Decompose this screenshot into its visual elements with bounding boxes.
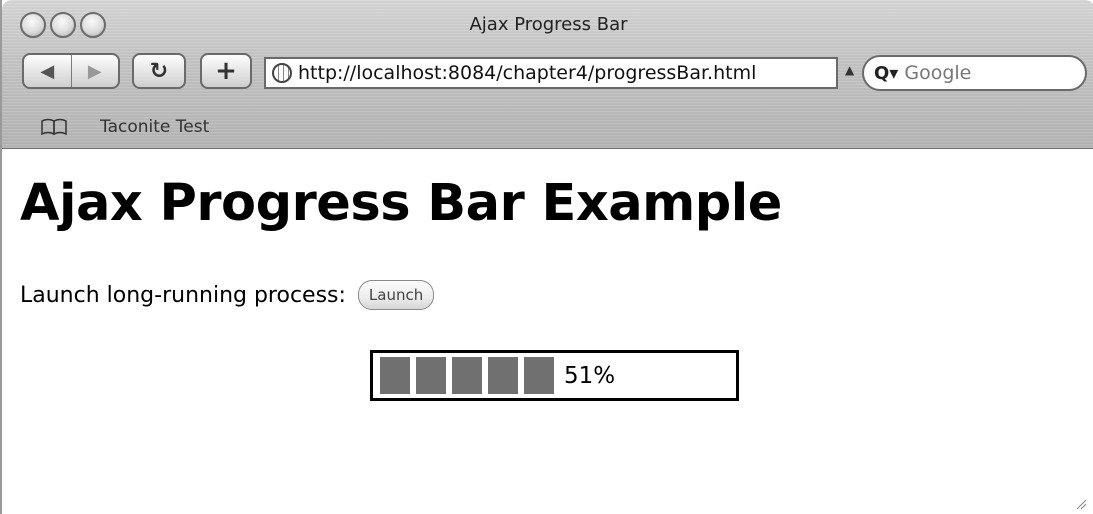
globe-icon	[272, 63, 292, 83]
snapback-icon[interactable]: ▲	[845, 63, 854, 77]
forward-button[interactable]: ▶	[72, 61, 119, 82]
launch-row: Launch long-running process: Launch	[20, 280, 435, 310]
launch-label: Launch long-running process:	[20, 282, 346, 308]
address-text: http://localhost:8084/chapter4/progressB…	[298, 62, 757, 84]
address-bar[interactable]: http://localhost:8084/chapter4/progressB…	[264, 57, 838, 89]
reload-icon: ↻	[149, 58, 169, 84]
progress-block	[524, 357, 554, 394]
progress-percent: 51%	[564, 362, 616, 389]
book-icon[interactable]	[40, 118, 68, 136]
search-icon: Q▾	[874, 62, 899, 84]
reload-button[interactable]: ↻	[132, 53, 186, 89]
window-chrome: Ajax Progress Bar ◀ ▶ ↻ + http://localho…	[2, 0, 1093, 149]
plus-icon: +	[215, 56, 237, 86]
progress-block	[380, 357, 410, 394]
browser-window: Ajax Progress Bar ◀ ▶ ↻ + http://localho…	[0, 0, 1093, 514]
back-forward-group: ◀ ▶	[22, 53, 120, 89]
launch-button[interactable]: Launch	[357, 280, 435, 310]
progress-block	[416, 357, 446, 394]
bookmark-item-taconite-test[interactable]: Taconite Test	[100, 117, 209, 137]
page-heading: Ajax Progress Bar Example	[20, 174, 782, 233]
progress-block	[452, 357, 482, 394]
search-placeholder: Google	[904, 62, 972, 84]
progress-block	[488, 357, 518, 394]
resize-grip-icon[interactable]	[1075, 498, 1087, 510]
progress-blocks	[380, 357, 554, 394]
bookmarks-bar: Taconite Test	[40, 117, 209, 137]
add-bookmark-button[interactable]: +	[200, 53, 252, 89]
progress-bar: 51%	[370, 350, 739, 401]
back-button[interactable]: ◀	[24, 61, 71, 82]
search-field[interactable]: Q▾ Google	[862, 55, 1087, 91]
window-title: Ajax Progress Bar	[469, 14, 628, 35]
